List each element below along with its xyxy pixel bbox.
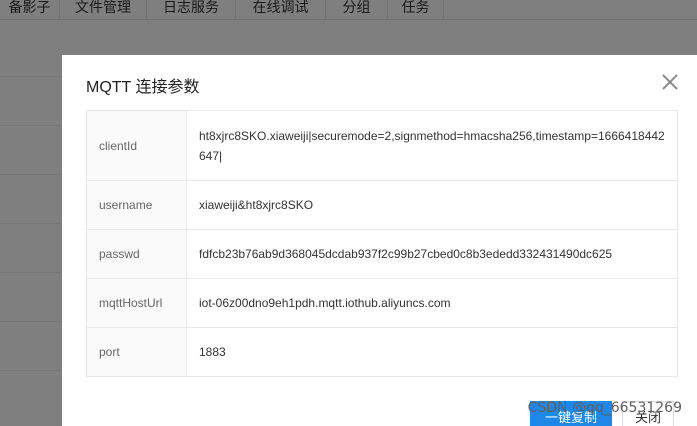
- param-value-mqtthosturl: iot-06z00dno9eh1pdh.mqtt.iothub.aliyuncs…: [186, 278, 678, 328]
- watermark: CSDN @qq_66531269: [527, 400, 682, 416]
- params-table: clientId ht8xjrc8SKO.xiaweiji|securemode…: [86, 110, 678, 377]
- close-icon[interactable]: [661, 73, 679, 91]
- table-row: clientId ht8xjrc8SKO.xiaweiji|securemode…: [86, 110, 678, 181]
- param-key-port: port: [86, 327, 187, 377]
- dialog-title: MQTT 连接参数: [86, 79, 200, 96]
- table-row: mqttHostUrl iot-06z00dno9eh1pdh.mqtt.iot…: [86, 278, 678, 328]
- param-key-username: username: [86, 180, 187, 230]
- param-value-passwd: fdfcb23b76ab9d368045dcdab937f2c99b27cbed…: [186, 229, 678, 279]
- param-value-clientid: ht8xjrc8SKO.xiaweiji|securemode=2,signme…: [186, 110, 678, 181]
- param-value-port: 1883: [186, 327, 678, 377]
- param-key-mqtthosturl: mqttHostUrl: [86, 278, 187, 328]
- param-key-passwd: passwd: [86, 229, 187, 279]
- table-row: port 1883: [86, 327, 678, 377]
- table-row: passwd fdfcb23b76ab9d368045dcdab937f2c99…: [86, 229, 678, 279]
- table-row: username xiaweiji&ht8xjrc8SKO: [86, 180, 678, 230]
- mqtt-params-dialog: MQTT 连接参数 clientId ht8xjrc8SKO.xiaweiji|…: [62, 55, 697, 426]
- param-value-username: xiaweiji&ht8xjrc8SKO: [186, 180, 678, 230]
- param-key-clientid: clientId: [86, 110, 187, 181]
